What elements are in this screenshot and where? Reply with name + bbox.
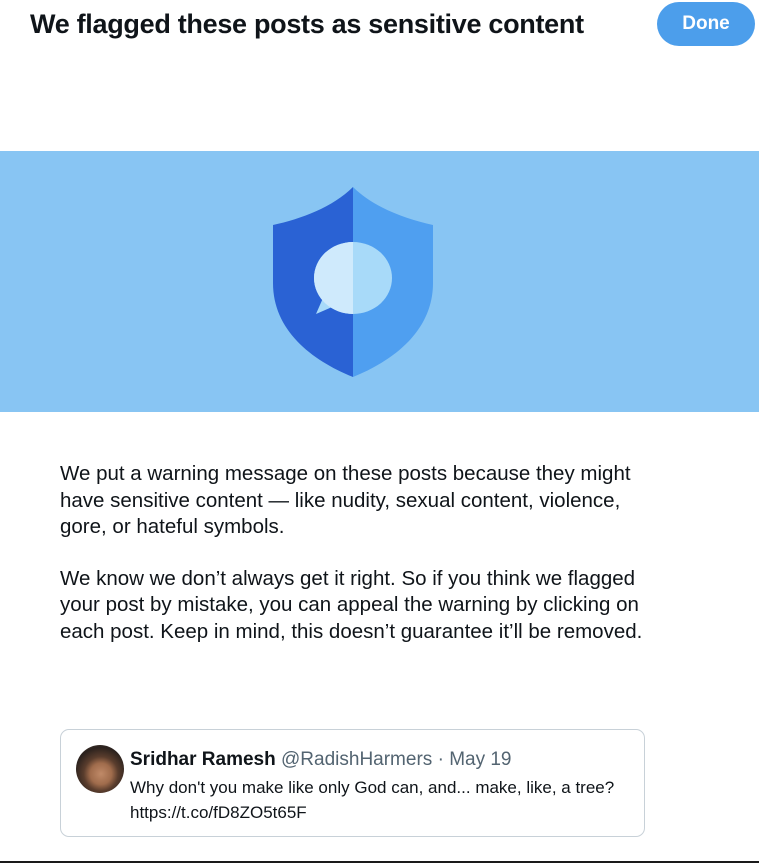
flagged-post-card[interactable]: Sridhar Ramesh @RadishHarmers · May 19 W… <box>60 729 645 837</box>
shield-speech-bubble-icon <box>273 187 433 377</box>
post-text: Why don't you make like only God can, an… <box>130 778 615 822</box>
explanation-text: We put a warning message on these posts … <box>60 461 660 645</box>
separator-dot: · <box>437 749 444 770</box>
done-button[interactable]: Done <box>657 2 755 46</box>
explanation-paragraph-1: We put a warning message on these posts … <box>60 462 631 538</box>
post-date: May 19 <box>449 749 512 770</box>
illustration-banner <box>0 151 759 412</box>
post-header: Sridhar Ramesh @RadishHarmers · May 19 <box>130 749 512 771</box>
avatar <box>76 745 124 793</box>
modal-header: We flagged these posts as sensitive cont… <box>0 0 759 50</box>
explanation-paragraph-2: We know we don’t always get it right. So… <box>60 566 643 643</box>
author-handle: @RadishHarmers <box>281 749 433 770</box>
modal-title: We flagged these posts as sensitive cont… <box>30 9 584 39</box>
author-name: Sridhar Ramesh <box>130 749 276 770</box>
